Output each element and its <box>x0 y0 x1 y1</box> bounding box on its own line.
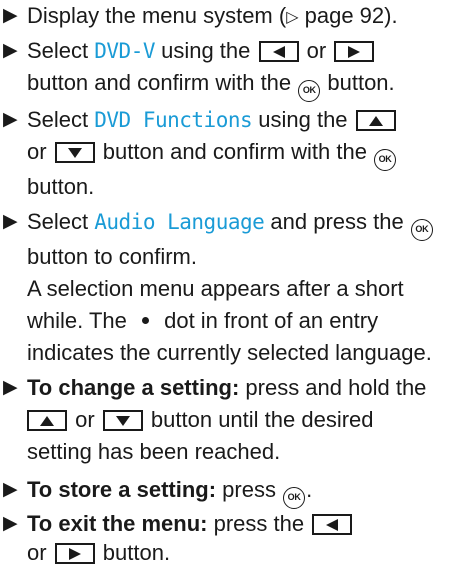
menu-term-dvd-v: DVD-V <box>94 39 155 63</box>
step-text: Select <box>27 209 95 234</box>
step-text: button. <box>27 174 95 199</box>
step-store-setting: ▶ To store a setting: press OK. <box>0 474 318 509</box>
menu-term-dvd-functions: DVD Functions <box>94 108 253 132</box>
step-heading: To exit the menu: <box>27 511 208 536</box>
step-text: Select <box>27 107 95 132</box>
triangle-right-bullet-icon: ▶ <box>3 211 18 232</box>
step-text: button to confirm. <box>27 244 197 269</box>
step-text: dot in front of an entry <box>157 308 379 333</box>
step-text: page 92). <box>298 3 398 28</box>
step-text: button. <box>96 540 171 565</box>
left-arrow-key-icon <box>312 514 353 535</box>
down-arrow-key-icon <box>54 142 95 163</box>
step-text: or <box>300 38 333 63</box>
up-arrow-key-icon <box>355 110 396 131</box>
step-text: press the <box>207 511 311 536</box>
step-text: using the <box>154 38 257 63</box>
step-text: or <box>69 407 101 432</box>
step-heading: To store a setting: <box>27 477 217 502</box>
right-arrow-key-icon <box>334 41 375 62</box>
step-text: or <box>27 540 53 565</box>
step-text: using the <box>252 107 354 132</box>
triangle-right-bullet-icon: ▶ <box>3 40 18 61</box>
step-text: indicates the currently selected languag… <box>27 340 432 365</box>
ok-button-icon: OK <box>298 80 321 102</box>
step-text: setting has been reached. <box>27 439 281 464</box>
step-exit-menu-continued: or button. <box>0 540 176 566</box>
ok-button-icon: OK <box>374 149 397 171</box>
step-text: Select <box>27 38 95 63</box>
step-text: A selection menu appears after a short <box>27 276 404 301</box>
step-text: press and hold the <box>239 375 427 400</box>
step-text: press <box>216 477 283 502</box>
triangle-right-bullet-icon: ▶ <box>3 109 18 130</box>
step-heading: To change a setting: <box>27 375 240 400</box>
triangle-right-bullet-icon: ▶ <box>3 377 18 398</box>
step-text: button and confirm with the <box>27 70 298 95</box>
up-arrow-key-icon <box>27 410 67 431</box>
step-select-audio-language: ▶ Select Audio Language and press the OK… <box>0 206 440 369</box>
step-text: button and confirm with the <box>96 139 374 164</box>
page-reference-arrow-icon: ▷ <box>286 9 299 26</box>
step-text: Display the menu system ( <box>27 3 287 28</box>
ok-button-icon: OK <box>283 487 306 509</box>
right-arrow-key-icon <box>54 543 95 564</box>
down-arrow-key-icon <box>102 410 143 431</box>
step-text: button until the desired <box>144 407 374 432</box>
step-exit-menu: ▶ To exit the menu: press the <box>0 508 360 540</box>
left-arrow-key-icon <box>258 41 299 62</box>
triangle-right-bullet-icon: ▶ <box>3 479 18 500</box>
step-select-dvd-v: ▶ Select DVD-V using the or button and c… <box>0 35 401 102</box>
step-text: while. The <box>27 308 133 333</box>
step-change-setting: ▶ To change a setting: press and hold th… <box>0 372 432 468</box>
step-display-menu: ▶ Display the menu system (▷ page 92). <box>0 0 404 34</box>
triangle-right-bullet-icon: ▶ <box>3 5 18 26</box>
instruction-page: ▶ Display the menu system (▷ page 92). ▶… <box>0 0 463 565</box>
triangle-right-bullet-icon: ▶ <box>3 513 18 534</box>
ok-button-icon: OK <box>410 219 433 241</box>
selection-dot-icon <box>141 317 149 324</box>
step-text: and press the <box>264 209 410 234</box>
step-text: or <box>27 139 53 164</box>
step-text: . <box>306 477 313 502</box>
step-select-dvd-functions: ▶ Select DVD Functions using the or butt… <box>0 104 404 203</box>
menu-term-audio-language: Audio Language <box>94 210 265 234</box>
step-text: button. <box>321 70 395 95</box>
